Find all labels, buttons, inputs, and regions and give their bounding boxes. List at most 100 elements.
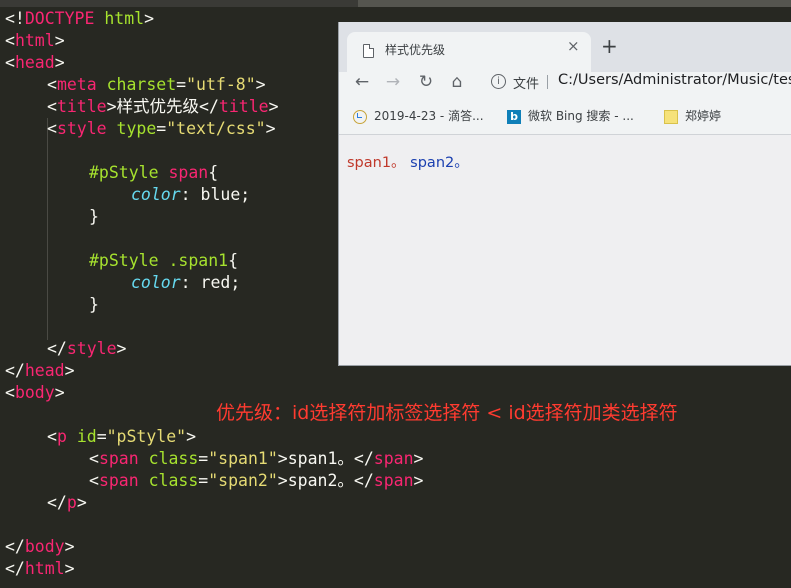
code-token: } [89,207,99,226]
back-arrow-icon[interactable]: ← [351,72,373,96]
editor-tab[interactable] [358,0,791,7]
code-token: charset [106,75,177,94]
new-tab-button[interactable]: + [601,34,618,58]
code-token: { [228,251,239,270]
code-token: id [76,427,97,446]
bookmark-label: 郑婷婷 [685,109,722,123]
code-token: html [14,31,55,50]
code-token: class [148,471,199,490]
code-token: = [156,119,167,138]
code-token: <! [5,9,25,28]
code-token: < [47,97,57,116]
document-icon [363,44,374,58]
file-scheme-label[interactable]: 文件 [513,73,539,92]
code-token: = [176,75,187,94]
code-token: > [413,449,424,468]
code-token: } [89,295,99,314]
code-token: title [218,97,269,116]
browser-tab[interactable]: 样式优先级 × [347,32,591,72]
bing-icon: b [507,109,521,124]
code-token: < [47,427,57,446]
code-token: < [5,53,15,72]
address-separator [547,75,548,89]
code-token: "pStyle" [106,427,187,446]
code-token: html [104,9,145,28]
code-token: DOCTYPE [24,9,95,28]
annotation-text: 优先级：id选择符加标签选择符 < id选择符加类选择符 [216,402,678,424]
code-token: > [265,119,276,138]
code-token: >span2。</ [277,471,374,490]
code-token: = [96,427,107,446]
bookmark-item[interactable]: b 微软 Bing 搜索 - ... [507,107,634,124]
code-token: < [5,383,15,402]
browser-window: 样式优先级 × + ← → ↻ ⌂ i 文件 C:/Users/Administ… [338,22,791,366]
bookmark-item[interactable]: 2019-4-23 - 滴答... [353,107,484,124]
page-content: span1。 span2。 [339,135,791,365]
editor-title-bar [0,0,791,7]
home-icon[interactable]: ⌂ [446,72,468,96]
code-token: #pStyle [89,163,159,182]
code-token: span [373,471,414,490]
code-token: span [168,163,209,182]
code-token: .span1 [168,251,229,270]
code-token: < [47,75,57,94]
code-token: { [208,163,219,182]
code-token: > [144,9,155,28]
code-token: > [268,97,279,116]
code-token: </ [5,361,25,380]
code-token: > [186,427,197,446]
code-token: </ [47,493,67,512]
code-token: #pStyle [89,251,159,270]
info-icon[interactable]: i [491,74,506,89]
code-token: </ [5,537,25,556]
code-token: > [54,53,65,72]
address-bar[interactable]: C:/Users/Administrator/Music/test. [558,72,791,88]
bookmark-label: 2019-4-23 - 滴答... [374,109,484,123]
code-token: = [198,471,209,490]
code-token: > [116,339,127,358]
code-token: : red; [180,273,241,292]
code-token: type [116,119,157,138]
code-token: > [413,471,424,490]
code-token: color [131,185,181,204]
browser-tab-strip: 样式优先级 × + [339,22,791,72]
code-token: color [131,273,181,292]
code-token: "span2" [208,471,278,490]
bookmarks-bar: 2019-4-23 - 滴答... b 微软 Bing 搜索 - ... 郑婷婷 [339,100,791,135]
paragraph: span1。 span2。 [347,151,469,172]
code-line: </p> [5,492,423,514]
code-token: span [98,449,139,468]
code-token: body [24,537,65,556]
forward-arrow-icon[interactable]: → [382,72,404,96]
code-token: head [24,361,65,380]
code-token: >样式优先级</ [106,97,219,116]
code-token: > [64,537,75,556]
code-token: > [64,361,75,380]
code-token: p [66,493,77,512]
bookmark-label: 微软 Bing 搜索 - ... [528,109,634,123]
clock-check-icon [353,109,367,124]
code-token: style [56,119,107,138]
code-token: < [89,471,99,490]
code-token: "utf-8" [186,75,256,94]
close-tab-icon[interactable]: × [567,37,580,55]
code-token: > [54,31,65,50]
code-token: </ [47,339,67,358]
code-token: "text/css" [166,119,266,138]
code-line: </body> [5,536,423,558]
tab-title: 样式优先级 [385,43,446,57]
reload-icon[interactable]: ↻ [415,72,437,96]
bookmark-item[interactable]: 郑婷婷 [664,107,721,124]
code-token: = [198,449,209,468]
code-token: > [64,559,75,578]
code-token: >span1。</ [277,449,374,468]
code-token: title [56,97,107,116]
code-token: class [148,449,199,468]
